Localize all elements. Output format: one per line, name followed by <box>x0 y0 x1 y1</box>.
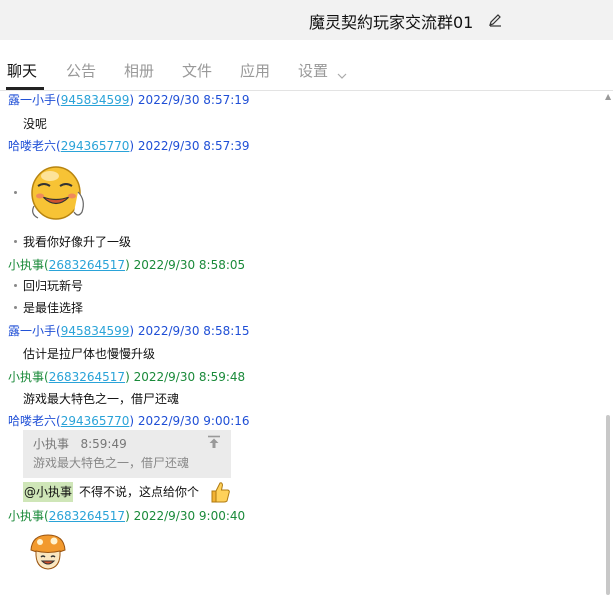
message-time: 2022/9/30 9:00:40 <box>133 509 246 523</box>
tab-album[interactable]: 相册 <box>124 60 154 81</box>
message-time: 2022/9/30 8:58:15 <box>137 324 250 338</box>
tab-settings[interactable]: 设置 <box>298 60 328 81</box>
jump-to-top-icon[interactable] <box>207 434 221 453</box>
edit-icon[interactable] <box>488 12 502 31</box>
title-bar: 魔灵契約玩家交流群01 <box>0 0 613 40</box>
tab-bar: 聊天 公告 相册 文件 应用 设置 <box>0 40 613 91</box>
message-header: 露一小手(945834599) 2022/9/30 8:57:19 <box>8 93 250 107</box>
quote-sender-name: 小执事 <box>33 437 70 451</box>
scrollbar-thumb[interactable] <box>606 415 610 595</box>
bullet-dot <box>14 284 17 287</box>
quote-text: 游戏最大特色之一，借尸还魂 <box>33 456 190 470</box>
tab-chat[interactable]: 聊天 <box>7 60 37 81</box>
quoted-message[interactable]: 小执事 8:59:49 游戏最大特色之一，借尸还魂 <box>23 430 231 478</box>
sender-name[interactable]: 哈喽老六 <box>8 139 56 153</box>
group-title: 魔灵契約玩家交流群01 <box>309 13 474 32</box>
message-time: 2022/9/30 9:00:16 <box>137 414 250 428</box>
sender-name[interactable]: 露一小手 <box>8 324 56 338</box>
mention-tag[interactable]: @小执事 <box>23 482 74 502</box>
sender-name[interactable]: 哈喽老六 <box>8 414 56 428</box>
laughing-face-sticker[interactable] <box>28 162 90 228</box>
sender-name[interactable]: 小执事 <box>8 258 44 272</box>
message-time: 2022/9/30 8:59:48 <box>133 370 246 384</box>
message-header: 小执事(2683264517) 2022/9/30 8:59:48 <box>8 370 246 384</box>
message-text: 没呢 <box>23 117 48 131</box>
message-header: 小执事(2683264517) 2022/9/30 8:58:05 <box>8 258 246 272</box>
sender-uin-link[interactable]: 2683264517 <box>49 258 125 272</box>
sender-uin-link[interactable]: 945834599 <box>61 324 130 338</box>
active-tab-indicator <box>6 87 44 90</box>
sender-uin-link[interactable]: 2683264517 <box>49 370 125 384</box>
scroll-up-icon[interactable]: ▲ <box>605 92 611 101</box>
tab-files[interactable]: 文件 <box>182 60 212 81</box>
message-text: 不得不说，这点给你个 <box>79 485 200 499</box>
message-text: 是最佳选择 <box>23 301 84 315</box>
bullet-dot <box>14 306 17 309</box>
message-time: 2022/9/30 8:57:19 <box>137 93 250 107</box>
sender-uin-link[interactable]: 2683264517 <box>49 509 125 523</box>
sender-name[interactable]: 小执事 <box>8 370 44 384</box>
message-text: 回归玩新号 <box>23 279 84 293</box>
bullet-dot <box>14 191 17 194</box>
message-text: 游戏最大特色之一，借尸还魂 <box>23 392 180 406</box>
quote-header: 小执事 8:59:49 <box>33 435 127 452</box>
sender-name[interactable]: 露一小手 <box>8 93 56 107</box>
message-text: 估计是拉尸体也慢慢升级 <box>23 347 156 361</box>
message-time: 2022/9/30 8:57:39 <box>137 139 250 153</box>
message-text: 我看你好像升了一级 <box>23 235 132 249</box>
message-header: 哈喽老六(294365770) 2022/9/30 9:00:16 <box>8 414 250 428</box>
message-header: 小执事(2683264517) 2022/9/30 9:00:40 <box>8 509 246 523</box>
tab-apps[interactable]: 应用 <box>240 60 270 81</box>
chevron-down-icon[interactable] <box>337 64 347 83</box>
bullet-dot <box>14 240 17 243</box>
message-header: 露一小手(945834599) 2022/9/30 8:58:15 <box>8 324 250 338</box>
message-header: 哈喽老六(294365770) 2022/9/30 8:57:39 <box>8 139 250 153</box>
sender-uin-link[interactable]: 294365770 <box>61 414 130 428</box>
sender-uin-link[interactable]: 945834599 <box>61 93 130 107</box>
mushroom-sticker[interactable] <box>28 532 68 576</box>
message-time: 2022/9/30 8:58:05 <box>133 258 246 272</box>
thumbs-up-icon <box>208 480 232 508</box>
quote-time: 8:59:49 <box>80 437 127 451</box>
tab-announcement[interactable]: 公告 <box>66 60 96 81</box>
sender-uin-link[interactable]: 294365770 <box>61 139 130 153</box>
sender-name[interactable]: 小执事 <box>8 509 44 523</box>
